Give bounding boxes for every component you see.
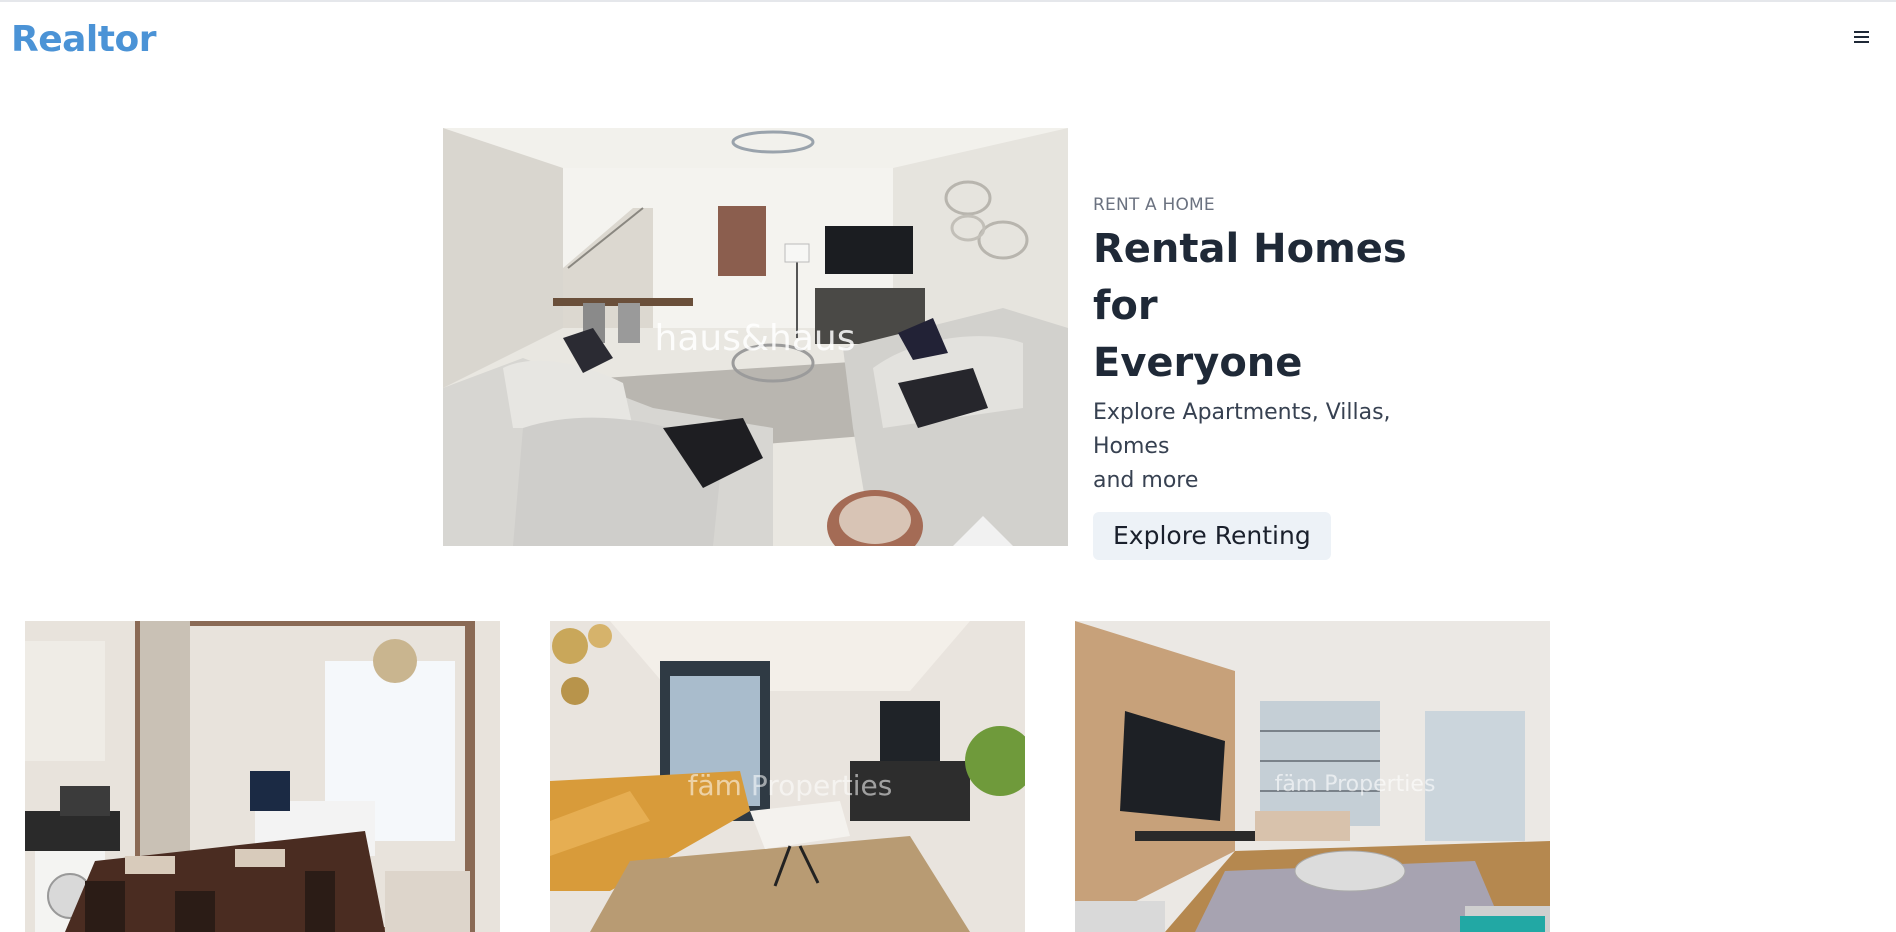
brand-logo[interactable]: Realtor bbox=[11, 19, 156, 60]
hero-title-line-1: Rental Homes for bbox=[1093, 226, 1407, 329]
listing-card-3[interactable]: fäm Properties bbox=[1075, 621, 1550, 932]
hero-subtitle: Explore Apartments, Villas, Homes and mo… bbox=[1093, 396, 1453, 498]
listing-card-2[interactable]: fäm Properties bbox=[550, 621, 1025, 932]
hero-title-line-2: Everyone bbox=[1093, 340, 1303, 386]
listing-2-watermark: fäm Properties bbox=[688, 769, 893, 802]
hero-image: haus&haus bbox=[443, 128, 1068, 546]
listing-card-1[interactable] bbox=[25, 621, 500, 932]
hamburger-menu-icon[interactable] bbox=[1854, 28, 1872, 44]
hero-subtitle-line-1: Explore Apartments, Villas, Homes bbox=[1093, 400, 1391, 459]
hero-title: Rental Homes for Everyone bbox=[1093, 221, 1453, 392]
explore-renting-button[interactable]: Explore Renting bbox=[1093, 512, 1331, 560]
hero-image-watermark: haus&haus bbox=[655, 318, 856, 359]
hero-kicker: RENT A HOME bbox=[1093, 195, 1215, 215]
hero-subtitle-line-2: and more bbox=[1093, 468, 1199, 493]
listing-3-watermark: fäm Properties bbox=[1275, 772, 1436, 797]
navbar: Realtor bbox=[0, 2, 1896, 82]
hero-content: RENT A HOME Rental Homes for Everyone Ex… bbox=[1093, 195, 1453, 560]
